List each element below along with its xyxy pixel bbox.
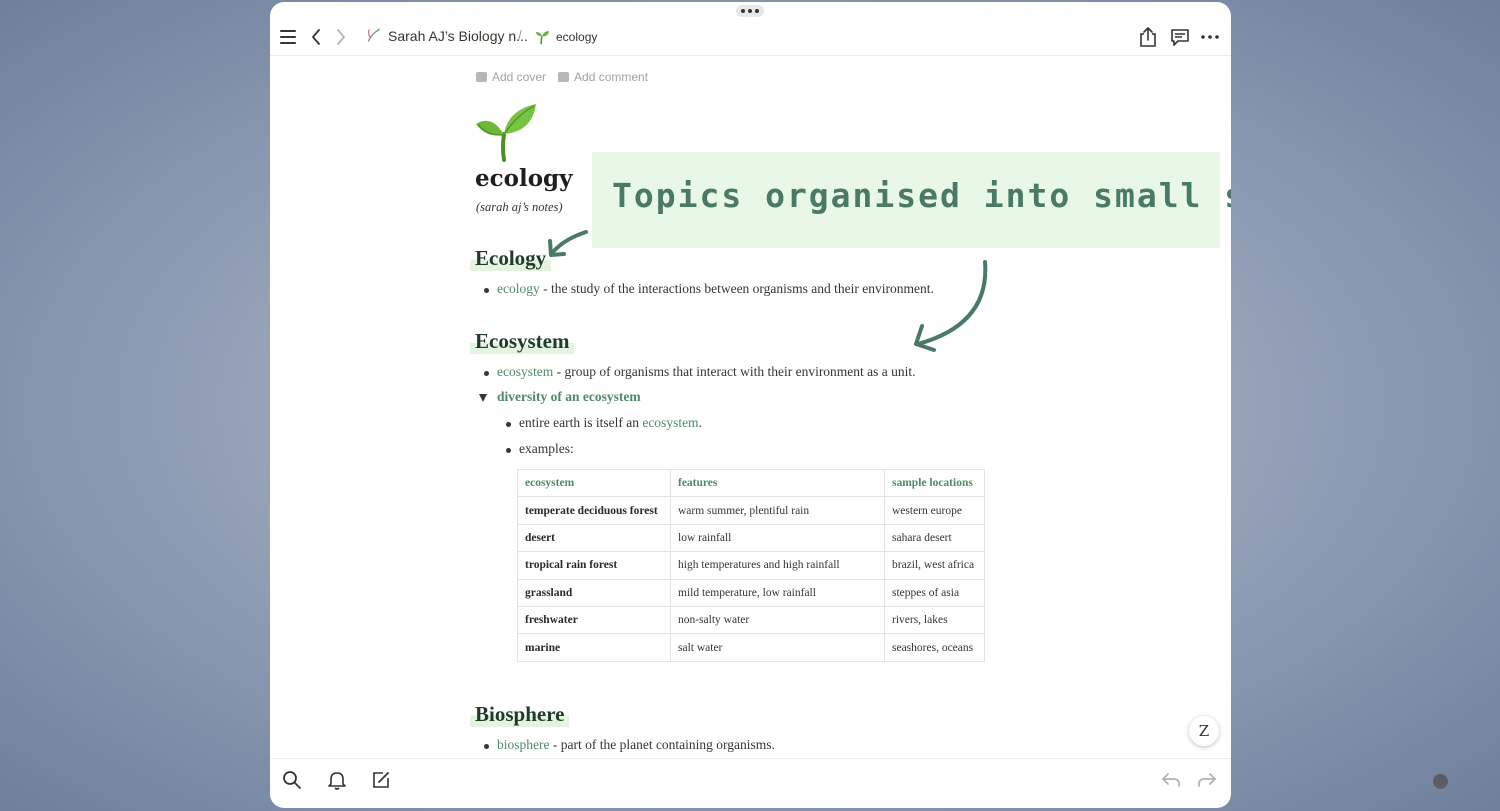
- breadcrumb-separator: /: [518, 27, 522, 43]
- table-header-cell[interactable]: ecosystem: [517, 468, 671, 498]
- compose-icon[interactable]: [369, 768, 393, 792]
- table-cell[interactable]: steppes of asia: [884, 578, 985, 607]
- bell-icon[interactable]: [325, 768, 349, 792]
- annotation-callout: Topics organised into small sections: [592, 152, 1231, 248]
- app-window: Sarah AJ’s Biology n... / ecology Add co…: [270, 2, 1231, 808]
- page-title: ecology: [475, 165, 573, 192]
- search-icon[interactable]: [280, 768, 304, 792]
- table-row: freshwater non-salty water rivers, lakes: [517, 605, 985, 635]
- table-cell[interactable]: temperate deciduous forest: [517, 496, 671, 525]
- sprout-icon: [365, 27, 382, 44]
- table-cell[interactable]: desert: [517, 523, 671, 553]
- table-header-cell[interactable]: features: [670, 468, 885, 498]
- toggle-triangle-icon[interactable]: [479, 394, 487, 402]
- arrow-left-icon: [548, 230, 588, 257]
- handwriting-icon[interactable]: Z: [1189, 716, 1219, 746]
- toggle-diversity[interactable]: diversity of an ecosystem: [497, 389, 641, 405]
- multitasking-handle[interactable]: [736, 5, 764, 17]
- assistive-touch-icon[interactable]: [1433, 774, 1448, 789]
- share-icon[interactable]: [1137, 26, 1159, 48]
- breadcrumb-parent-label: Sarah AJ’s Biology n...: [388, 27, 528, 44]
- add-comment-button[interactable]: Add comment: [558, 70, 648, 84]
- forward-icon[interactable]: [330, 26, 352, 48]
- breadcrumb-parent[interactable]: Sarah AJ’s Biology n...: [365, 27, 528, 44]
- page-subtitle: (sarah aj’s notes): [476, 200, 563, 214]
- table-cell[interactable]: sahara desert: [884, 523, 985, 553]
- image-icon: [476, 72, 487, 82]
- sprout-icon: [534, 29, 550, 45]
- table-cell[interactable]: marine: [517, 633, 671, 662]
- list-item-biosphere: biosphere - part of the planet containin…: [484, 737, 775, 752]
- table-header-cell[interactable]: sample locations: [884, 468, 985, 498]
- table-cell[interactable]: grassland: [517, 578, 671, 607]
- table-row: grassland mild temperature, low rainfall…: [517, 578, 985, 607]
- table-cell[interactable]: rivers, lakes: [884, 605, 985, 635]
- table-cell[interactable]: mild temperature, low rainfall: [670, 578, 885, 607]
- link-ecosystem-inline[interactable]: ecosystem: [642, 415, 698, 430]
- table-row: marine salt water seashores, oceans: [517, 633, 985, 662]
- heading-ecology: Ecology: [470, 246, 552, 271]
- heading-ecosystem: Ecosystem: [470, 329, 575, 354]
- table-cell[interactable]: freshwater: [517, 605, 671, 635]
- table-cell[interactable]: low rainfall: [670, 523, 885, 553]
- heading-biosphere: Biosphere: [470, 702, 570, 727]
- undo-icon[interactable]: [1159, 768, 1183, 792]
- link-ecosystem[interactable]: ecosystem: [497, 364, 553, 379]
- breadcrumb-current[interactable]: ecology: [534, 29, 597, 45]
- table-cell[interactable]: high temperatures and high rainfall: [670, 551, 885, 580]
- link-biosphere[interactable]: biosphere: [497, 737, 549, 752]
- list-item-ecology: ecology - the study of the interactions …: [484, 281, 934, 296]
- arrow-curve-icon: [914, 260, 988, 352]
- table-cell[interactable]: brazil, west africa: [884, 551, 985, 580]
- list-item-earth: entire earth is itself an ecosystem.: [506, 415, 702, 430]
- back-icon[interactable]: [305, 26, 327, 48]
- link-ecology[interactable]: ecology: [497, 281, 540, 296]
- page-meta-actions: Add cover Add comment: [476, 70, 648, 84]
- table-row: desert low rainfall sahara desert: [517, 523, 985, 553]
- table-cell[interactable]: western europe: [884, 496, 985, 525]
- table-header-row: ecosystem features sample locations: [517, 468, 985, 498]
- table-cell[interactable]: seashores, oceans: [884, 633, 985, 662]
- comment-icon: [558, 72, 570, 82]
- comments-icon[interactable]: [1169, 26, 1191, 48]
- table-cell[interactable]: warm summer, plentiful rain: [670, 496, 885, 525]
- list-item-ecosystem: ecosystem - group of organisms that inte…: [484, 364, 916, 379]
- bottom-bar: [270, 758, 1231, 808]
- page-icon-sprout[interactable]: [474, 102, 538, 167]
- table-cell[interactable]: non-salty water: [670, 605, 885, 635]
- list-item-examples: examples:: [506, 441, 574, 456]
- breadcrumb-current-label: ecology: [556, 30, 598, 44]
- redo-icon[interactable]: [1195, 768, 1219, 792]
- table-row: temperate deciduous forest warm summer, …: [517, 496, 985, 525]
- add-cover-button[interactable]: Add cover: [476, 70, 546, 84]
- table-row: tropical rain forest high temperatures a…: [517, 551, 985, 580]
- table-cell[interactable]: salt water: [670, 633, 885, 662]
- ecosystem-table: ecosystem features sample locations temp…: [517, 468, 985, 662]
- annotation-text: Topics organised into small sections: [612, 176, 1231, 215]
- menu-icon[interactable]: [277, 26, 299, 48]
- top-bar: Sarah AJ’s Biology n... / ecology: [270, 18, 1231, 56]
- table-cell[interactable]: tropical rain forest: [517, 551, 671, 580]
- more-icon[interactable]: [1199, 26, 1221, 48]
